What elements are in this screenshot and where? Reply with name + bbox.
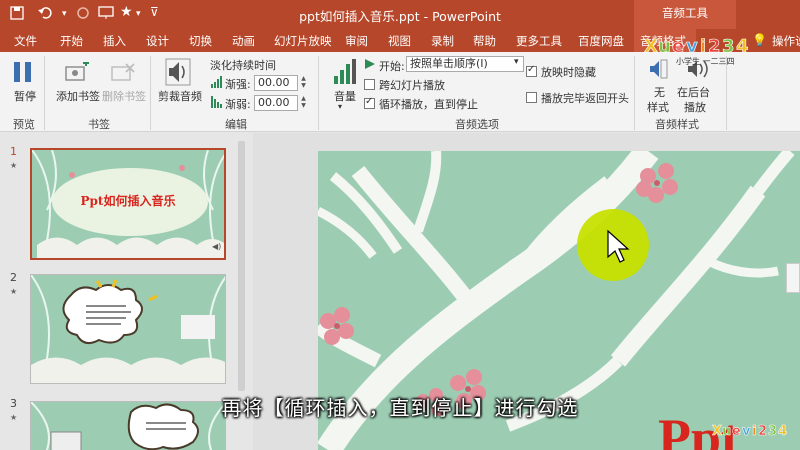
slide-2-animation-icon: ★ [10, 287, 18, 296]
group-label-editing: 编辑 [225, 118, 247, 131]
slide-pane-scrollbar[interactable] [238, 141, 245, 391]
watermark-logo: X u e v i 2 3 4 小学生 一二三四 [640, 33, 800, 69]
add-bookmark-icon[interactable] [64, 60, 90, 87]
watermark-caption: 小学生 一二三四 [676, 57, 735, 66]
loop-until-stopped-label: 循环播放，直到停止 [379, 98, 478, 111]
play-across-slides-checkbox[interactable] [364, 79, 375, 90]
tab-baidu-netdisk[interactable]: 百度网盘 [578, 33, 624, 49]
remove-bookmark-icon[interactable] [110, 62, 136, 87]
remove-bookmark-button[interactable]: 删除书签 [102, 88, 146, 104]
tab-animations[interactable]: 动画 [232, 33, 255, 49]
pause-icon[interactable] [12, 60, 34, 87]
svg-text:3: 3 [722, 36, 735, 57]
start-select[interactable]: 按照单击顺序(I) [406, 56, 524, 72]
title-bar: ▾ ★ ▾ ⊽ ppt如何插入音乐.ppt - PowerPoint 音频工具 [0, 0, 800, 29]
svg-text:2: 2 [708, 36, 721, 57]
tab-file[interactable]: 文件 [14, 33, 37, 49]
start-select-chevron-icon[interactable]: ▾ [514, 57, 519, 67]
tab-review[interactable]: 审阅 [345, 33, 368, 49]
canvas-scrollbar[interactable] [786, 263, 800, 293]
pause-button[interactable]: 暂停 [14, 88, 36, 104]
svg-text:u: u [722, 424, 731, 439]
volume-dropdown-icon[interactable]: ▾ [338, 102, 342, 111]
no-style-button[interactable]: 样式 [647, 99, 669, 115]
svg-text:e: e [732, 424, 741, 439]
video-subtitle: 再将【循环插入，直到停止】进行勾选 [221, 396, 579, 420]
fade-in-field[interactable]: 00.00 [254, 75, 298, 91]
slide-number-1: 1 [10, 145, 17, 158]
tab-help[interactable]: 帮助 [473, 33, 496, 49]
play-across-slides-label: 跨幻灯片播放 [379, 79, 445, 92]
group-label-audio-options: 音频选项 [455, 118, 499, 131]
slide-thumbnail-2[interactable] [30, 274, 226, 384]
hide-during-show-checkbox[interactable] [526, 64, 537, 77]
rewind-after-playing-checkbox[interactable] [526, 92, 537, 103]
slide-1-animation-icon: ★ [10, 161, 18, 170]
svg-text:u: u [658, 36, 671, 57]
tab-transitions[interactable]: 切换 [189, 33, 212, 49]
svg-text:2: 2 [758, 424, 767, 439]
fade-out-field[interactable]: 00.00 [254, 95, 298, 111]
rewind-after-playing-label: 播放完毕返回开头 [541, 92, 629, 105]
svg-text:4: 4 [736, 36, 749, 57]
audio-tools-context-header: 音频工具 [634, 0, 736, 29]
slide-1-audio-icon: ◀) [212, 242, 222, 251]
add-bookmark-button[interactable]: 添加书签 [56, 88, 100, 104]
loop-until-stopped-checkbox[interactable] [364, 96, 375, 109]
fade-duration-title: 淡化持续时间 [210, 59, 276, 72]
slide-1-title: Ppt如何插入音乐 [80, 194, 176, 208]
hide-during-show-label: 放映时隐藏 [541, 66, 596, 79]
play-in-background-button[interactable]: 播放 [684, 99, 706, 115]
svg-text:v: v [742, 424, 751, 439]
tab-more-tools[interactable]: 更多工具 [516, 33, 562, 49]
volume-icon[interactable] [333, 58, 357, 89]
slide-thumbnail-1[interactable]: Ppt如何插入音乐 ◀) [30, 148, 226, 260]
tab-view[interactable]: 视图 [388, 33, 411, 49]
start-icon [364, 58, 376, 73]
tab-insert[interactable]: 插入 [103, 33, 126, 49]
svg-text:4: 4 [778, 424, 787, 439]
fade-out-icon [211, 96, 223, 111]
slide-number-2: 2 [10, 271, 17, 284]
trim-audio-button[interactable]: 剪裁音频 [158, 88, 202, 104]
fade-in-spinner[interactable]: ▲ ▼ [299, 75, 308, 91]
tab-record[interactable]: 录制 [431, 33, 454, 49]
fade-in-label: 渐强: [225, 78, 251, 91]
watermark-small-logo: X u e v i 2 3 4 [712, 421, 792, 442]
fade-in-icon [211, 76, 223, 91]
fade-out-spinner[interactable]: ▲ ▼ [299, 95, 308, 111]
play-in-background-label-1[interactable]: 在后台 [677, 84, 710, 100]
tab-design[interactable]: 设计 [146, 33, 169, 49]
group-label-preview: 预览 [13, 118, 35, 131]
svg-text:i: i [752, 424, 756, 439]
no-style-label-1[interactable]: 无 [654, 84, 665, 100]
svg-text:X: X [644, 36, 658, 57]
tab-slideshow[interactable]: 幻灯片放映 [274, 33, 332, 49]
tab-home[interactable]: 开始 [60, 33, 83, 49]
svg-text:i: i [700, 36, 706, 57]
fade-out-label: 渐弱: [225, 98, 251, 111]
svg-text:3: 3 [768, 424, 777, 439]
start-label: 开始: [379, 60, 405, 73]
svg-text:v: v [686, 36, 698, 57]
group-label-bookmarks: 书签 [88, 118, 110, 131]
svg-text:e: e [672, 36, 684, 57]
svg-text:X: X [712, 424, 722, 439]
group-label-audio-styles: 音频样式 [655, 118, 699, 131]
trim-audio-icon[interactable] [165, 58, 191, 89]
